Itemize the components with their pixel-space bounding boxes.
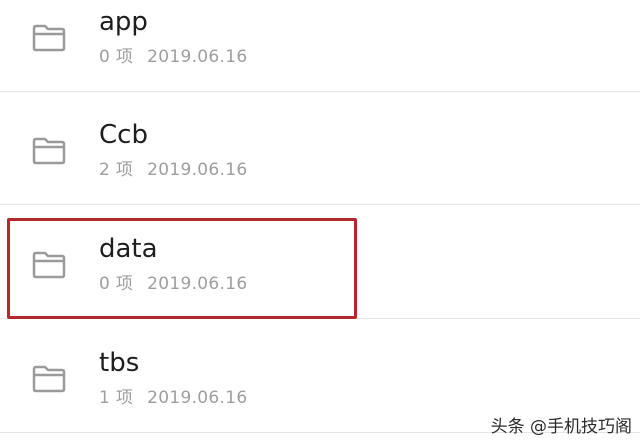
folder-row-ccb[interactable]: Ccb 2 项 2019.06.16 — [0, 92, 640, 205]
folder-date: 2019.06.16 — [147, 47, 248, 67]
folder-icon — [31, 136, 67, 166]
folder-name: Ccb — [99, 120, 148, 150]
folder-date: 2019.06.16 — [147, 160, 248, 180]
file-browser: app 0 项 2019.06.16 Ccb 2 项 2019.06.16 da… — [0, 0, 640, 447]
folder-name: data — [99, 234, 158, 264]
folder-date: 2019.06.16 — [147, 274, 248, 294]
folder-icon — [31, 250, 67, 280]
folder-meta: 0 项 2019.06.16 — [99, 47, 247, 67]
folder-item-count: 1 项 — [99, 388, 134, 408]
folder-item-count: 2 项 — [99, 160, 134, 180]
folder-date: 2019.06.16 — [147, 388, 248, 408]
folder-meta: 1 项 2019.06.16 — [99, 388, 247, 408]
folder-item-count: 0 项 — [99, 47, 134, 67]
folder-icon — [31, 364, 67, 394]
folder-meta: 2 项 2019.06.16 — [99, 160, 247, 180]
folder-meta: 0 项 2019.06.16 — [99, 274, 247, 294]
watermark: 头条 @手机技巧阁 — [490, 417, 632, 437]
folder-item-count: 0 项 — [99, 274, 134, 294]
folder-name: app — [99, 7, 148, 37]
folder-row-app[interactable]: app 0 项 2019.06.16 — [0, 0, 640, 92]
folder-name: tbs — [99, 348, 140, 378]
folder-row-data[interactable]: data 0 项 2019.06.16 — [0, 206, 640, 319]
folder-icon — [31, 23, 67, 53]
